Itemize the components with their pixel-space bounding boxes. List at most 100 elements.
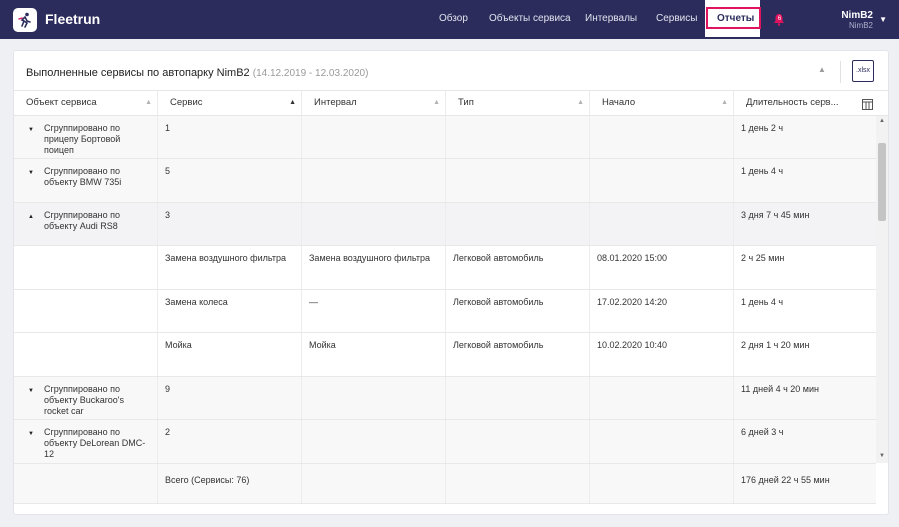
cell-start	[590, 116, 734, 158]
expand-triangle-icon[interactable]: ▼	[28, 386, 34, 397]
cell-object	[14, 290, 158, 332]
table-row-group[interactable]: ▼ Сгруппировано по объекту BMW 735i 5 1 …	[14, 159, 876, 203]
column-header-duration[interactable]: Длительность серв... ▲	[734, 91, 839, 115]
table-columns-icon[interactable]	[862, 97, 873, 115]
total-services-count: Всего (Сервисы: 76)	[158, 464, 302, 503]
cell-type: Легковой автомобиль	[446, 246, 590, 289]
cell-start	[590, 377, 734, 419]
cell-interval: —	[302, 290, 446, 332]
cell-start	[590, 159, 734, 202]
scroll-up-arrow-icon[interactable]: ▲	[879, 118, 885, 124]
scrollbar-thumb[interactable]	[878, 143, 886, 221]
sort-icon[interactable]: ▲	[822, 91, 829, 115]
cell-start: 08.01.2020 15:00	[590, 246, 734, 289]
column-header-label: Объект сервиса	[26, 97, 97, 108]
collapse-triangle-icon[interactable]: ▲	[28, 212, 34, 223]
chevron-down-icon[interactable]: ▼	[879, 15, 887, 24]
export-xlsx-button[interactable]: .xlsx	[852, 60, 874, 82]
top-bar: Fleetrun Обзор Объекты сервиса Интервалы…	[0, 0, 899, 39]
table-body: ▼ Сгруппировано по прицепу Бортовой поиц…	[14, 116, 876, 504]
cell-type	[446, 420, 590, 463]
column-header-start[interactable]: Начало ▲	[590, 91, 734, 115]
table-row-group-expanded[interactable]: ▲ Сгруппировано по объекту Audi RS8 3 3 …	[14, 203, 876, 246]
cell-duration: 3 дня 7 ч 45 мин	[741, 210, 810, 220]
expand-triangle-icon[interactable]: ▼	[28, 168, 34, 179]
cell-text: Сгруппировано по прицепу Бортовой поицеп	[44, 123, 121, 155]
collapse-icon[interactable]: ▲	[818, 65, 826, 74]
cell-interval	[302, 203, 446, 245]
nav-overview[interactable]: Обзор	[439, 13, 468, 24]
cell-duration: 2 дня 1 ч 20 мин	[741, 340, 810, 350]
column-header-object[interactable]: Объект сервиса ▲	[14, 91, 158, 115]
cell-interval	[302, 464, 446, 503]
sort-icon[interactable]: ▲	[433, 91, 440, 115]
cell-object	[14, 464, 158, 503]
sort-icon[interactable]: ▲	[145, 91, 152, 115]
column-header-service[interactable]: Сервис ▲	[158, 91, 302, 115]
table-row-group[interactable]: ▼ Сгруппировано по объекту Buckaroo's ro…	[14, 377, 876, 420]
nav-service-objects[interactable]: Объекты сервиса	[489, 13, 571, 24]
user-account: NimB2	[848, 21, 873, 30]
cell-object: ▼ Сгруппировано по объекту DeLorean DMC-…	[14, 420, 158, 463]
cell-service: 5	[158, 159, 302, 202]
report-title: Выполненные сервисы по автопарку NimB2 (…	[26, 67, 368, 79]
sort-icon[interactable]: ▲	[721, 91, 728, 115]
cell-duration: 11 дней 4 ч 20 мин	[741, 384, 819, 394]
cell-interval	[302, 159, 446, 202]
cell-start	[590, 420, 734, 463]
cell-interval: Мойка	[302, 333, 446, 376]
cell-duration: 1 день 2 ч	[741, 123, 784, 133]
cell-text: Сгруппировано по объекту DeLorean DMC-12	[44, 427, 146, 459]
cell-duration: 1 день 4 ч	[741, 166, 784, 176]
nav-reports[interactable]: Отчеты	[717, 13, 754, 24]
table-row[interactable]: Замена воздушного фильтра Замена воздушн…	[14, 246, 876, 290]
scroll-down-arrow-icon[interactable]: ▼	[879, 453, 885, 459]
table-header: Объект сервиса ▲ Сервис ▲ Интервал ▲ Тип…	[14, 90, 888, 116]
cell-start	[590, 464, 734, 503]
cell-object	[14, 246, 158, 289]
expand-triangle-icon[interactable]: ▼	[28, 125, 34, 136]
table-row[interactable]: Замена колеса — Легковой автомобиль 17.0…	[14, 290, 876, 333]
column-header-label: Интервал	[314, 97, 357, 108]
fleetrun-logo-icon[interactable]	[13, 8, 37, 32]
nav-services[interactable]: Сервисы	[656, 13, 697, 24]
column-header-label: Начало	[602, 97, 636, 108]
column-header-interval[interactable]: Интервал ▲	[302, 91, 446, 115]
cell-type	[446, 159, 590, 202]
cell-object: ▼ Сгруппировано по прицепу Бортовой поиц…	[14, 116, 158, 158]
cell-service: 3	[158, 203, 302, 245]
expand-triangle-icon[interactable]: ▼	[28, 429, 34, 440]
table-row-group[interactable]: ▼ Сгруппировано по объекту DeLorean DMC-…	[14, 420, 876, 464]
cell-object: ▼ Сгруппировано по объекту BMW 735i	[14, 159, 158, 202]
cell-text: Сгруппировано по объекту Audi RS8	[44, 210, 121, 231]
sort-icon[interactable]: ▲	[577, 91, 584, 115]
header-divider	[840, 61, 841, 83]
cell-service: 9	[158, 377, 302, 419]
user-name[interactable]: NimB2	[841, 10, 873, 21]
cell-type: Легковой автомобиль	[446, 333, 590, 376]
report-title-text: Выполненные сервисы по автопарку NimB2	[26, 67, 250, 79]
cell-type	[446, 116, 590, 158]
table-row-group[interactable]: ▼ Сгруппировано по прицепу Бортовой поиц…	[14, 116, 876, 159]
column-header-label: Тип	[458, 97, 474, 108]
cell-start: 17.02.2020 14:20	[590, 290, 734, 332]
cell-type	[446, 464, 590, 503]
cell-duration: 2 ч 25 мин	[741, 253, 785, 263]
cell-object: ▲ Сгруппировано по объекту Audi RS8	[14, 203, 158, 245]
cell-text: Сгруппировано по объекту Buckaroo's rock…	[44, 384, 124, 416]
cell-text: Сгруппировано по объекту BMW 735i	[44, 166, 122, 187]
nav-intervals[interactable]: Интервалы	[585, 13, 637, 24]
cell-interval	[302, 377, 446, 419]
report-period: (14.12.2019 - 12.03.2020)	[252, 68, 369, 79]
cell-type	[446, 377, 590, 419]
cell-service: 1	[158, 116, 302, 158]
report-card: Выполненные сервисы по автопарку NimB2 (…	[13, 50, 889, 515]
column-header-type[interactable]: Тип ▲	[446, 91, 590, 115]
notifications-count: 6	[777, 16, 782, 22]
cell-object	[14, 333, 158, 376]
cell-start: 10.02.2020 10:40	[590, 333, 734, 376]
sort-ascending-icon[interactable]: ▲	[289, 91, 296, 115]
cell-service: Замена колеса	[158, 290, 302, 332]
cell-type: Легковой автомобиль	[446, 290, 590, 332]
table-row[interactable]: Мойка Мойка Легковой автомобиль 10.02.20…	[14, 333, 876, 377]
